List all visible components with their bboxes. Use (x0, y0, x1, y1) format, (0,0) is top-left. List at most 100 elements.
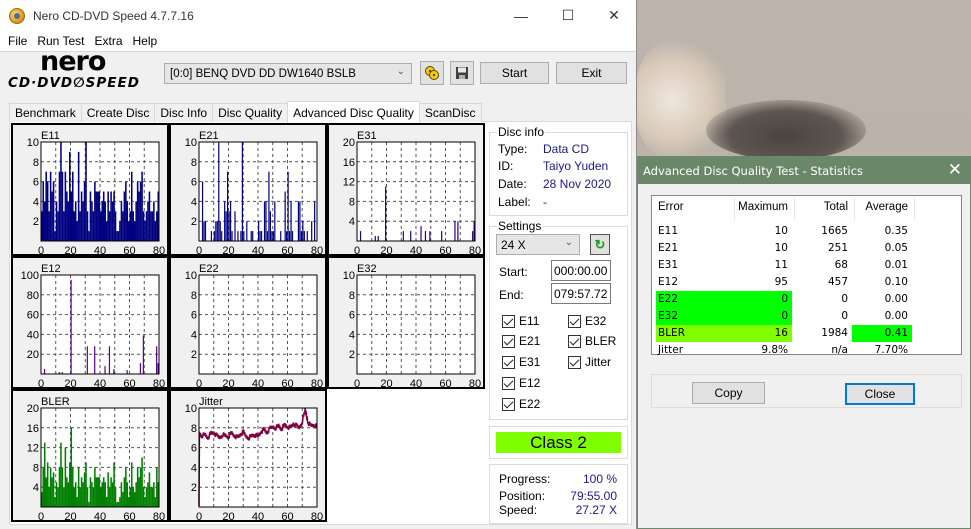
disc-date-label: Date: (498, 177, 527, 191)
checkbox-e22[interactable]: E22 (502, 397, 540, 411)
header-error[interactable]: Error (658, 201, 684, 218)
menu-help[interactable]: Help (128, 34, 163, 48)
checkbox-e31[interactable]: E31 (502, 355, 540, 369)
main-window: Nero CD-DVD Speed 4.7.7.16 — ☐ ✕ File Ru… (0, 0, 637, 529)
checkbox-checked-icon (568, 355, 581, 369)
checkbox-e21[interactable]: E21 (502, 334, 540, 348)
chart-title: E32 (357, 263, 377, 275)
bar (54, 231, 56, 241)
bar (284, 191, 286, 241)
bar (74, 201, 77, 241)
chart-jitter: Jitter 2 4 6 8 10 0 20 40 60 80 (169, 389, 327, 522)
statistics-row[interactable]: E12 95 457 0.10 (656, 274, 956, 291)
header-maximum[interactable]: Maximum (738, 201, 788, 218)
maximize-button[interactable]: ☐ (545, 0, 591, 31)
checkbox-jitter[interactable]: Jitter (568, 355, 611, 369)
cell-maximum: 9.8% (761, 344, 788, 356)
drive-select[interactable]: [0:0] BENQ DVD DD DW1640 BSLB ⌄ (164, 63, 412, 84)
bar (139, 181, 142, 241)
bar (94, 467, 96, 507)
bar (83, 472, 86, 507)
chart-e22: E22 2 4 6 8 10 0 20 40 60 80 (169, 256, 327, 389)
x-tick-label: 20 (222, 245, 234, 254)
close-button[interactable]: ✕ (591, 0, 637, 31)
start-button[interactable]: Start (480, 62, 549, 84)
bar (240, 231, 242, 241)
bar (138, 477, 140, 507)
y-tick-label: 4 (191, 462, 197, 474)
bar (42, 467, 45, 507)
drive-eject-button[interactable] (420, 61, 444, 85)
exit-button[interactable]: Exit (556, 62, 627, 84)
start-time-input[interactable]: 000:00.00 (551, 260, 611, 281)
bar (42, 181, 45, 241)
bar (260, 231, 263, 241)
cell-average: 0.41 (884, 327, 908, 339)
header-average[interactable]: Average (858, 201, 908, 218)
bar (272, 231, 274, 241)
bar (51, 191, 53, 241)
menu-file[interactable]: File (3, 34, 32, 48)
bar (63, 487, 65, 507)
x-tick-label: 40 (252, 245, 264, 254)
tab-disc-quality[interactable]: Disc Quality (212, 103, 289, 122)
chart-e11: E11 2 4 6 8 10 0 20 40 60 80 (11, 123, 169, 256)
bar (454, 221, 456, 241)
bar (51, 477, 53, 507)
x-tick-label: 60 (439, 378, 451, 387)
bar (49, 467, 52, 507)
bar (120, 482, 123, 507)
bar (102, 191, 105, 241)
statistics-row[interactable]: E31 11 68 0.01 (656, 257, 956, 274)
cell-average: 7.70% (874, 344, 908, 356)
header-total[interactable]: Total (798, 201, 848, 218)
settings-title: Settings (497, 219, 543, 233)
checkbox-label: E11 (519, 314, 540, 328)
close-dialog-button[interactable]: Close (845, 383, 915, 405)
bar (48, 211, 50, 241)
bar (237, 231, 239, 241)
end-time-input[interactable]: 079:57.72 (551, 283, 611, 304)
tab-advanced-disc-quality[interactable]: Advanced Disc Quality (287, 101, 420, 123)
y-tick-label: 6 (349, 310, 355, 322)
checkbox-checked-icon (502, 334, 515, 348)
statistics-row[interactable]: BLER 16 1984 0.41 (656, 325, 956, 342)
statistics-row[interactable]: E21 10 251 0.05 (656, 240, 956, 257)
statistics-dialog: Advanced Disc Quality Test - Statistics … (637, 156, 971, 529)
checkbox-e32[interactable]: E32 (568, 314, 606, 328)
bar (98, 477, 101, 507)
y-tick-label: 4 (349, 329, 355, 341)
bar (108, 346, 111, 374)
bar (92, 487, 95, 507)
minimize-button[interactable]: — (498, 0, 544, 31)
statistics-row[interactable]: Jitter 9.8% n/a 7.70% (656, 342, 956, 359)
bar (302, 221, 304, 241)
checkbox-checked-icon (502, 397, 515, 411)
tab-scandisc[interactable]: ScanDisc (418, 103, 482, 122)
bar (64, 171, 67, 241)
speed-select[interactable]: 24 X ⌄ (496, 234, 580, 255)
dialog-close-icon[interactable]: ✕ (948, 160, 962, 180)
checkbox-label: E32 (585, 314, 607, 328)
statistics-row[interactable]: E22 0 0 0.00 (656, 291, 956, 308)
y-tick-label: 10 (185, 137, 197, 149)
chart-title: E31 (357, 130, 377, 142)
bar (142, 487, 145, 507)
cd-dvd-speed-logo: CD·DVD∅SPEED (8, 75, 140, 91)
tab-disc-info[interactable]: Disc Info (154, 103, 214, 122)
copy-button[interactable]: Copy (692, 382, 765, 404)
checkbox-bler[interactable]: BLER (568, 334, 616, 348)
statistics-row[interactable]: E11 10 1665 0.35 (656, 223, 956, 240)
bar (76, 221, 78, 241)
statistics-row[interactable]: E32 0 0 0.00 (656, 308, 956, 325)
x-tick-label: 40 (410, 378, 422, 387)
checkbox-e12[interactable]: E12 (502, 376, 540, 390)
cell-maximum: 95 (774, 276, 788, 288)
refresh-speeds-button[interactable]: ↻ (590, 234, 610, 255)
tab-benchmark[interactable]: Benchmark (9, 103, 82, 122)
position-label: Position: (499, 489, 546, 503)
save-button[interactable] (450, 61, 474, 85)
checkbox-e11[interactable]: E11 (502, 314, 539, 328)
bar (133, 221, 136, 241)
tab-create-disc[interactable]: Create Disc (80, 103, 156, 122)
